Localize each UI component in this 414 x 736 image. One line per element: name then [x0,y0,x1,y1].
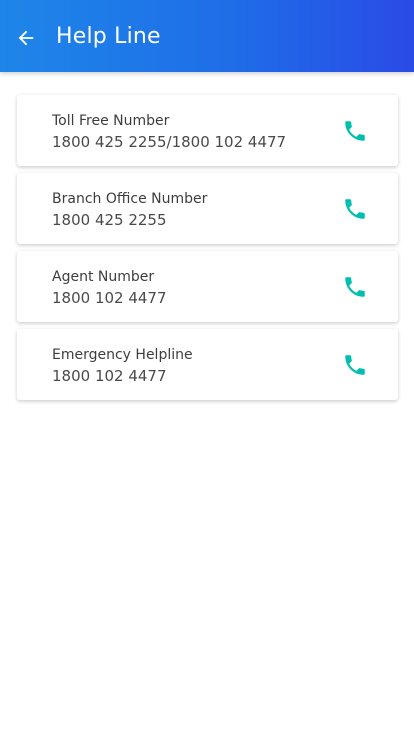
call-button[interactable] [340,194,370,224]
helpline-card-branch-office[interactable]: Branch Office Number 1800 425 2255 [17,173,398,244]
helpline-card-toll-free[interactable]: Toll Free Number 1800 425 2255/1800 102 … [17,95,398,166]
page-title: Help Line [56,24,161,49]
helpline-label: Toll Free Number [52,113,170,129]
call-button[interactable] [340,116,370,146]
helpline-number: 1800 102 4477 [52,367,167,385]
phone-icon [345,355,365,375]
helpline-list: Toll Free Number 1800 425 2255/1800 102 … [17,95,398,407]
arrow-back-icon [18,30,34,46]
helpline-number: 1800 102 4477 [52,289,167,307]
call-button[interactable] [340,350,370,380]
phone-icon [345,199,365,219]
helpline-label: Agent Number [52,269,155,285]
helpline-card-emergency[interactable]: Emergency Helpline 1800 102 4477 [17,329,398,400]
phone-icon [345,277,365,297]
call-button[interactable] [340,272,370,302]
app-bar: Help Line [0,0,414,72]
helpline-label: Branch Office Number [52,191,208,207]
helpline-card-agent[interactable]: Agent Number 1800 102 4477 [17,251,398,322]
helpline-number: 1800 425 2255/1800 102 4477 [52,133,287,151]
helpline-label: Emergency Helpline [52,347,193,363]
helpline-number: 1800 425 2255 [52,211,167,229]
phone-icon [345,121,365,141]
back-button[interactable] [8,20,44,56]
